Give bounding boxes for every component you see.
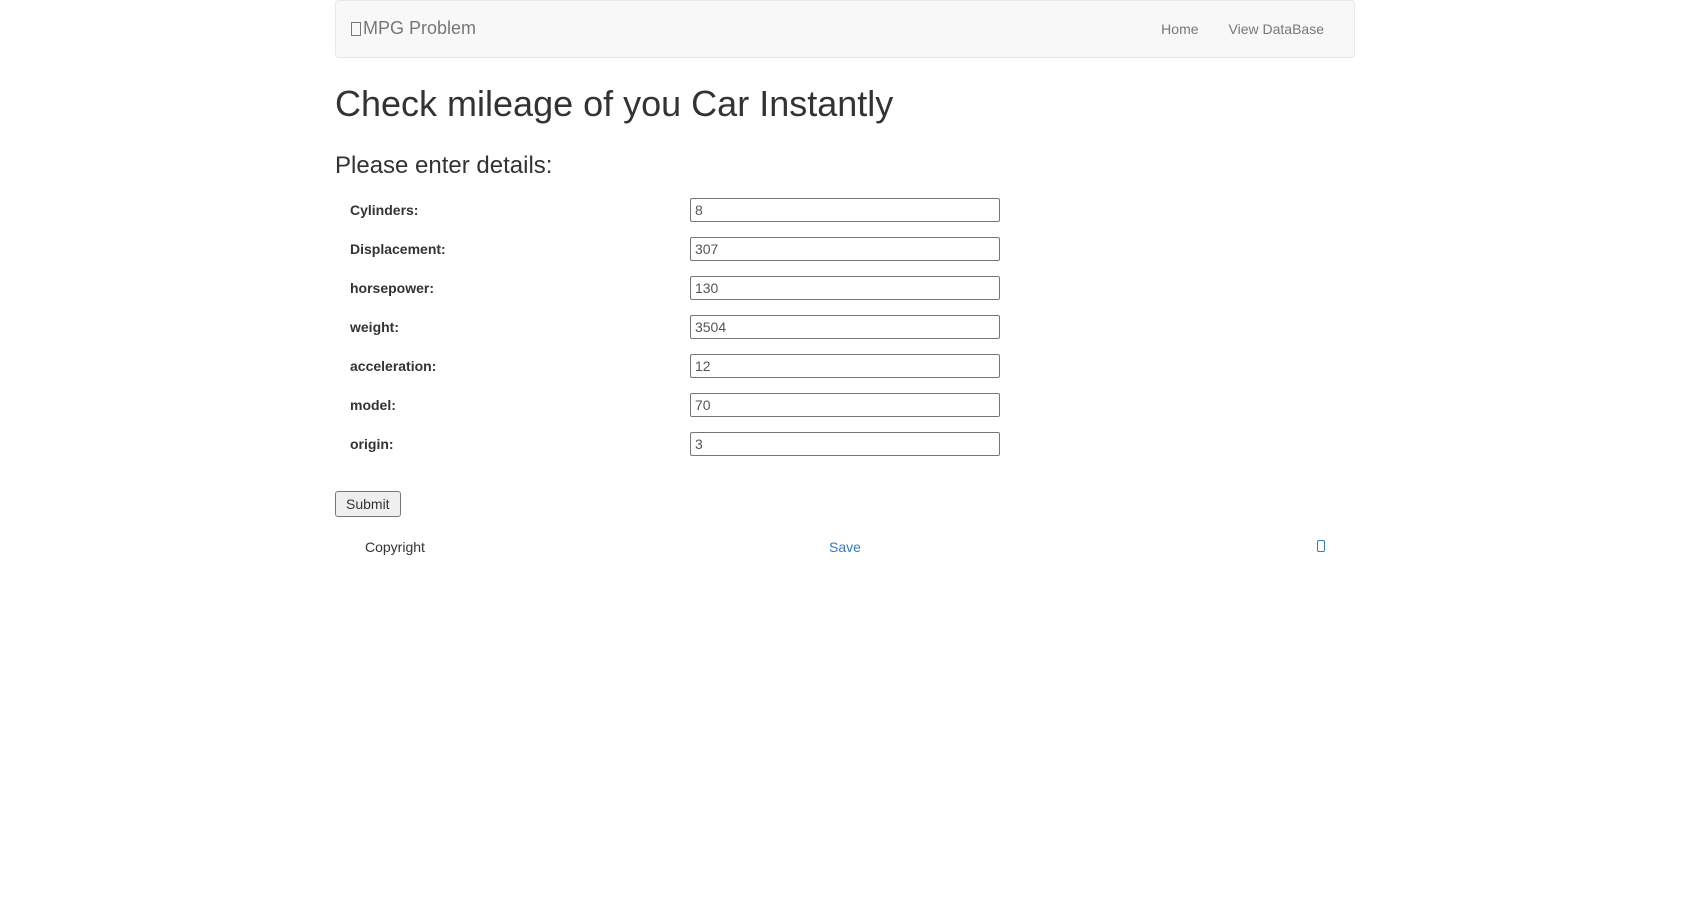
nav-link-view-database[interactable]: View DataBase xyxy=(1214,4,1339,54)
input-acceleration[interactable] xyxy=(690,354,1000,378)
page-title: Check mileage of you Car Instantly xyxy=(335,78,1355,129)
label-weight: weight: xyxy=(335,317,675,337)
input-horsepower[interactable] xyxy=(690,276,1000,300)
label-model: model: xyxy=(335,395,675,415)
phone-icon xyxy=(1317,540,1325,552)
input-weight[interactable] xyxy=(690,315,1000,339)
footer-save-link[interactable]: Save xyxy=(829,539,861,555)
label-acceleration: acceleration: xyxy=(335,356,675,376)
form-group-model: model: xyxy=(335,393,1355,417)
leaf-icon xyxy=(351,22,361,36)
mpg-form: Cylinders: Displacement: horsepower: wei… xyxy=(335,198,1355,517)
footer-copyright: Copyright xyxy=(365,537,665,557)
form-group-acceleration: acceleration: xyxy=(335,354,1355,378)
input-model[interactable] xyxy=(690,393,1000,417)
input-origin[interactable] xyxy=(690,432,1000,456)
navbar: MPG Problem Home View DataBase xyxy=(335,0,1355,58)
form-group-weight: weight: xyxy=(335,315,1355,339)
label-displacement: Displacement: xyxy=(335,239,675,259)
brand-text: MPG Problem xyxy=(363,16,476,42)
submit-button[interactable]: Submit xyxy=(335,491,401,517)
label-horsepower: horsepower: xyxy=(335,278,675,298)
label-cylinders: Cylinders: xyxy=(335,200,675,220)
input-displacement[interactable] xyxy=(690,237,1000,261)
form-group-displacement: Displacement: xyxy=(335,237,1355,261)
form-group-horsepower: horsepower: xyxy=(335,276,1355,300)
form-group-origin: origin: xyxy=(335,432,1355,456)
navbar-brand[interactable]: MPG Problem xyxy=(351,1,476,57)
input-cylinders[interactable] xyxy=(690,198,1000,222)
footer: Copyright Save xyxy=(335,537,1355,557)
footer-phone-link[interactable] xyxy=(1317,539,1325,555)
form-group-cylinders: Cylinders: xyxy=(335,198,1355,222)
label-origin: origin: xyxy=(335,434,675,454)
navbar-nav: Home View DataBase xyxy=(1146,4,1339,54)
nav-link-home[interactable]: Home xyxy=(1146,4,1213,54)
page-subtitle: Please enter details: xyxy=(335,149,1355,183)
